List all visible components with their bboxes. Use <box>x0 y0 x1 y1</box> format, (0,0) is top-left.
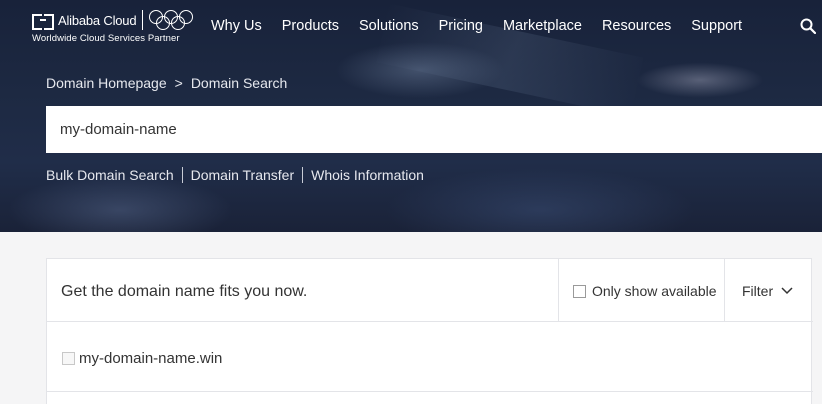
domain-result-row[interactable]: my-domain-name.win <box>47 322 813 392</box>
header-divider <box>724 259 725 322</box>
nav-resources[interactable]: Resources <box>602 18 671 34</box>
brand-tagline: Worldwide Cloud Services Partner <box>32 33 180 44</box>
breadcrumb-current: Domain Search <box>190 75 288 91</box>
olympic-rings-icon <box>149 10 194 30</box>
domain-select-checkbox[interactable] <box>62 352 75 365</box>
results-title: Get the domain name fits you now. <box>61 283 308 300</box>
nav-marketplace[interactable]: Marketplace <box>503 18 582 34</box>
breadcrumb: Domain Homepage > Domain Search <box>46 75 287 91</box>
filter-dropdown[interactable]: Filter <box>742 283 793 299</box>
logo-divider <box>142 10 144 30</box>
link-divider <box>181 167 183 183</box>
domain-transfer-link[interactable]: Domain Transfer <box>191 167 294 183</box>
search-sublinks: Bulk Domain Search Domain Transfer Whois… <box>46 167 424 183</box>
domain-search-input[interactable] <box>46 106 822 153</box>
header-divider <box>558 259 559 322</box>
search-icon[interactable] <box>800 18 816 34</box>
nav-pricing[interactable]: Pricing <box>439 18 483 34</box>
nav-why-us[interactable]: Why Us <box>211 18 262 34</box>
hero-banner: Alibaba Cloud Worldwide Cloud Services P… <box>0 0 822 232</box>
only-show-available-label: Only show available <box>592 283 717 299</box>
top-nav: Alibaba Cloud Worldwide Cloud Services P… <box>0 0 822 56</box>
breadcrumb-separator: > <box>174 75 183 91</box>
only-show-available-toggle[interactable]: Only show available <box>573 283 717 299</box>
main-menu: Why Us Products Solutions Pricing Market… <box>211 18 762 34</box>
nav-products[interactable]: Products <box>282 18 339 34</box>
nav-solutions[interactable]: Solutions <box>359 18 419 34</box>
chevron-down-icon <box>781 287 793 295</box>
results-header: Get the domain name fits you now. Only s… <box>47 259 813 322</box>
domain-name: my-domain-name.win <box>79 350 223 367</box>
results-panel: Get the domain name fits you now. Only s… <box>46 258 813 404</box>
link-divider <box>302 167 304 183</box>
only-show-available-checkbox[interactable] <box>573 284 586 298</box>
breadcrumb-home[interactable]: Domain Homepage <box>46 75 167 91</box>
filter-label: Filter <box>742 283 774 299</box>
nav-support[interactable]: Support <box>691 18 742 34</box>
whois-information-link[interactable]: Whois Information <box>311 167 424 183</box>
alibaba-cloud-logo-icon <box>32 12 54 30</box>
brand-logo[interactable]: Alibaba Cloud Worldwide Cloud Services P… <box>32 10 194 44</box>
brand-name: Alibaba Cloud <box>58 12 137 28</box>
bulk-domain-search-link[interactable]: Bulk Domain Search <box>46 167 174 183</box>
